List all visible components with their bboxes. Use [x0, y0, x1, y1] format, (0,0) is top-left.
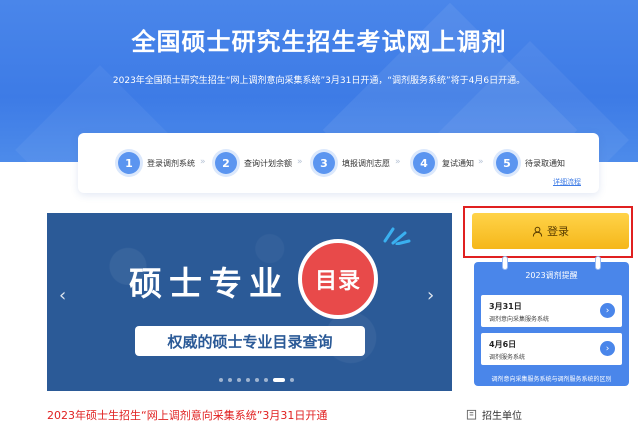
carousel-dot[interactable]	[255, 378, 259, 382]
carousel-dot-active[interactable]	[273, 378, 285, 382]
section-title-institutions: 招生单位	[466, 407, 522, 422]
double-chevron-right-icon: »	[297, 157, 303, 167]
arrow-right-icon[interactable]: ›	[600, 341, 615, 356]
reminder-footer-link[interactable]: 调剂意向采集服务系统与调剂服务系统的区别	[474, 374, 629, 383]
arrow-right-icon[interactable]: ›	[600, 303, 615, 318]
step-query-plan[interactable]: 2 查询计划余额	[215, 152, 292, 174]
step-number: 5	[496, 152, 518, 174]
reminder-date: 4月6日	[489, 340, 517, 349]
login-button[interactable]: 登录	[472, 213, 629, 249]
step-label: 待录取通知	[525, 158, 565, 168]
double-chevron-right-icon: »	[478, 157, 484, 167]
login-label: 登录	[547, 225, 569, 238]
calendar-ring-icon	[502, 256, 508, 270]
step-label: 查询计划余额	[244, 158, 292, 168]
spark-icon	[383, 227, 411, 245]
carousel-dot[interactable]	[264, 378, 268, 382]
step-label: 填报调剂志愿	[342, 158, 390, 168]
reminder-item[interactable]: 3月31日 调剂意向采集服务系统 ›	[481, 295, 622, 327]
step-number: 2	[215, 152, 237, 174]
chevron-left-icon[interactable]: ‹	[59, 285, 66, 306]
banner-main-text: 硕士专业	[129, 264, 289, 303]
news-headline-link[interactable]: 2023年硕士生招生“网上调剂意向采集系统”3月31日开通	[47, 407, 327, 423]
reminder-date: 3月31日	[489, 302, 522, 311]
reminder-desc: 调剂服务系统	[489, 354, 526, 361]
step-number: 4	[413, 152, 435, 174]
process-steps-card: 1 登录调剂系统 » 2 查询计划余额 » 3 填报调剂志愿 » 4 复试通知 …	[78, 133, 599, 193]
reminder-title: 2023调剂提醒	[525, 271, 578, 280]
chevron-right-icon[interactable]: ›	[427, 285, 434, 306]
page-subtitle: 2023年全国硕士研究生招生“网上调剂意向采集系统”3月31日开通，“调剂服务系…	[112, 76, 526, 86]
double-chevron-right-icon: »	[395, 157, 401, 167]
user-icon	[532, 226, 543, 237]
page-title: 全国硕士研究生招生考试网上调剂	[131, 28, 507, 56]
banner-subtitle: 权威的硕士专业目录查询	[135, 326, 365, 356]
step-number: 3	[313, 152, 335, 174]
reminder-desc: 调剂意向采集服务系统	[489, 316, 550, 323]
promo-banner[interactable]: 硕士专业 目录 权威的硕士专业目录查询 ‹ ›	[47, 213, 452, 391]
calendar-ring-icon	[595, 256, 601, 270]
carousel-dot[interactable]	[246, 378, 250, 382]
section-title-label: 招生单位	[482, 411, 522, 422]
building-icon	[466, 409, 477, 420]
reminder-item[interactable]: 4月6日 调剂服务系统 ›	[481, 333, 622, 365]
step-admission-notice[interactable]: 5 待录取通知	[496, 152, 565, 174]
carousel-dot[interactable]	[237, 378, 241, 382]
step-label: 登录调剂系统	[147, 158, 195, 168]
banner-badge: 目录	[298, 239, 378, 319]
step-retest-notice[interactable]: 4 复试通知	[413, 152, 474, 174]
carousel-dot[interactable]	[228, 378, 232, 382]
double-chevron-right-icon: »	[200, 157, 206, 167]
carousel-dot[interactable]	[219, 378, 223, 382]
details-process-link[interactable]: 详细流程	[553, 177, 581, 187]
step-fill-choices[interactable]: 3 填报调剂志愿	[313, 152, 390, 174]
step-label: 复试通知	[442, 158, 474, 168]
step-number: 1	[118, 152, 140, 174]
carousel-dots	[219, 378, 294, 382]
reminder-panel: 2023调剂提醒 3月31日 调剂意向采集服务系统 › 4月6日 调剂服务系统 …	[474, 256, 629, 386]
carousel-dot[interactable]	[290, 378, 294, 382]
step-login-system[interactable]: 1 登录调剂系统	[118, 152, 195, 174]
